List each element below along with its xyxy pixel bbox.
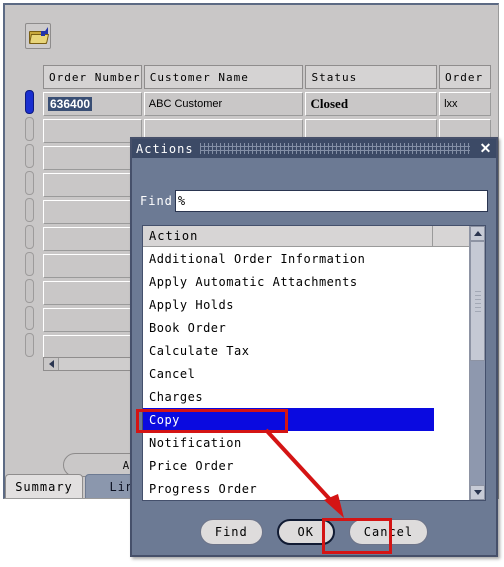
row-selector[interactable] <box>25 198 34 222</box>
open-folder-button[interactable] <box>25 23 51 49</box>
column-header-customer-name[interactable]: Customer Name <box>143 65 304 89</box>
cell-customer-name-value: ABC Customer <box>148 98 223 110</box>
list-item[interactable]: Price Order <box>143 454 469 477</box>
list-item[interactable]: Cancel <box>143 362 469 385</box>
find-input[interactable]: % <box>174 190 488 212</box>
cancel-button[interactable]: Cancel <box>348 519 429 545</box>
row-selector-current[interactable] <box>25 90 34 114</box>
triangle-left-icon <box>48 360 54 368</box>
column-header-order[interactable]: Order <box>439 65 491 89</box>
scroll-down-button[interactable] <box>470 485 485 500</box>
ok-button[interactable]: OK <box>276 519 335 545</box>
toolbar <box>25 23 495 57</box>
cell-order[interactable]: lxx <box>439 92 491 116</box>
scroll-left-button[interactable] <box>44 358 59 370</box>
action-list-header: Action <box>143 226 469 247</box>
cell-order-number[interactable] <box>43 308 142 332</box>
screenshot-root: Order Number Customer Name Status Order … <box>0 0 504 567</box>
vscroll-thumb[interactable] <box>470 241 485 361</box>
cell-order-number[interactable] <box>43 173 142 197</box>
list-item[interactable]: Calculate Tax <box>143 339 469 362</box>
list-item[interactable]: Additional Order Information <box>143 247 469 270</box>
cell-status[interactable]: Closed <box>305 92 438 116</box>
action-column-header[interactable]: Action <box>143 226 433 246</box>
cell-order-number[interactable] <box>43 335 142 359</box>
title-bar-hatch-pattern <box>199 143 470 154</box>
cell-order-number[interactable] <box>43 227 142 251</box>
action-list: Action Additional Order Information Appl… <box>142 225 486 501</box>
row-selector[interactable] <box>25 333 34 357</box>
triangle-down-icon <box>473 490 482 495</box>
list-item[interactable]: Progress Order <box>143 477 469 500</box>
row-selector[interactable] <box>25 306 34 330</box>
row-selector[interactable] <box>25 171 34 195</box>
table-row[interactable]: 636400 ABC Customer Closed lxx <box>43 92 493 116</box>
list-item[interactable]: Apply Automatic Attachments <box>143 270 469 293</box>
cell-status-value: Closed <box>310 96 349 111</box>
action-column-header-spacer <box>433 226 469 246</box>
row-selector[interactable] <box>25 225 34 249</box>
dialog-title: Actions <box>136 141 194 156</box>
row-selector[interactable] <box>25 117 34 141</box>
row-selector[interactable] <box>25 252 34 276</box>
find-button[interactable]: Find <box>199 519 263 545</box>
close-icon[interactable]: ✕ <box>476 139 496 158</box>
cell-order-number[interactable] <box>43 146 142 170</box>
row-selector[interactable] <box>25 144 34 168</box>
open-folder-icon <box>28 27 50 44</box>
cell-customer-name[interactable]: ABC Customer <box>143 92 304 116</box>
find-label: Find <box>140 194 173 208</box>
row-selector-column <box>25 90 36 360</box>
vscroll-track[interactable] <box>470 241 485 485</box>
cell-order-value: lxx <box>444 98 458 110</box>
cell-order-number[interactable] <box>43 254 142 278</box>
cell-order-number[interactable] <box>43 119 142 143</box>
cell-order-number[interactable] <box>43 200 142 224</box>
actions-dialog: Actions ✕ Find % Action Additional Order… <box>130 137 498 557</box>
cell-order-number[interactable] <box>43 281 142 305</box>
list-item[interactable]: Apply Holds <box>143 293 469 316</box>
column-header-order-number[interactable]: Order Number <box>43 65 142 89</box>
list-item-selected-copy[interactable]: Copy <box>143 408 434 431</box>
dialog-button-row: Find OK Cancel <box>132 519 496 545</box>
tab-summary[interactable]: Summary <box>5 474 83 498</box>
grid-header-row: Order Number Customer Name Status Order <box>43 65 493 89</box>
row-selector[interactable] <box>25 279 34 303</box>
column-header-status[interactable]: Status <box>305 65 438 89</box>
list-item[interactable]: Notification <box>143 431 469 454</box>
scroll-up-button[interactable] <box>470 226 485 241</box>
action-list-vertical-scrollbar[interactable] <box>469 226 485 500</box>
list-item[interactable]: Book Order <box>143 316 469 339</box>
grip-icon <box>474 290 481 312</box>
cell-order-number[interactable]: 636400 <box>43 92 142 116</box>
list-item[interactable]: Charges <box>143 385 469 408</box>
triangle-up-icon <box>473 231 482 236</box>
dialog-title-bar[interactable]: Actions ✕ <box>132 139 496 158</box>
action-list-body: Action Additional Order Information Appl… <box>143 226 469 500</box>
find-row: Find % <box>140 189 488 213</box>
cell-order-number-value: 636400 <box>48 97 93 111</box>
